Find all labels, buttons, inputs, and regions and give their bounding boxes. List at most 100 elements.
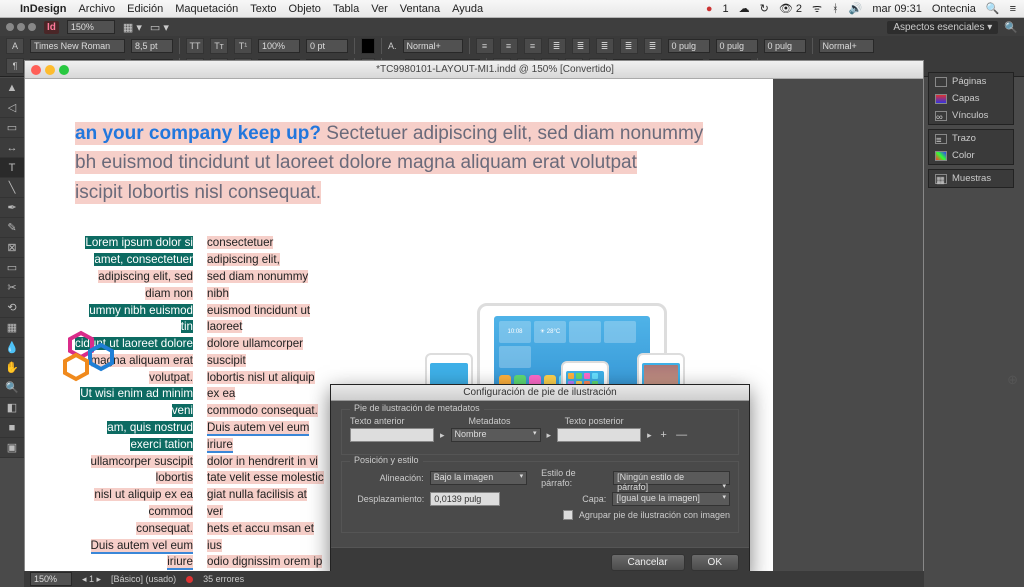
- hand-tool[interactable]: ✋: [0, 358, 24, 378]
- align-left-button[interactable]: ≡: [476, 38, 494, 54]
- add-row-button[interactable]: +: [658, 429, 670, 441]
- type-tool[interactable]: T: [0, 158, 24, 178]
- align-right-button[interactable]: ≡: [524, 38, 542, 54]
- panel-swatches[interactable]: ▦Muestras: [929, 170, 1013, 187]
- hscale-field[interactable]: 100%: [258, 39, 300, 53]
- gap-tool[interactable]: ↔: [0, 138, 24, 158]
- vol-icon: 🔊: [849, 2, 863, 15]
- first-line-indent-field[interactable]: 0 pulg: [716, 39, 758, 53]
- cancel-button[interactable]: Cancelar: [611, 554, 685, 571]
- fill-stroke-toggle[interactable]: ◧: [0, 398, 24, 418]
- eye-icon: 👁 2: [779, 2, 802, 15]
- menu-ayuda[interactable]: Ayuda: [452, 3, 483, 15]
- alignment-select[interactable]: Bajo la imagen: [430, 471, 528, 485]
- eyedropper-tool[interactable]: 💧: [0, 338, 24, 358]
- menu-edicion[interactable]: Edición: [127, 3, 163, 15]
- text-before-input[interactable]: [350, 428, 434, 442]
- pencil-tool[interactable]: ✎: [0, 218, 24, 238]
- rectangle-tool[interactable]: ▭: [0, 258, 24, 278]
- status-bar: 150% ◂ 1 ▸ [Básico] (usado) 35 errores: [24, 571, 924, 587]
- zoom-indicator-icon[interactable]: ⊕: [1007, 372, 1018, 388]
- menu-tabla[interactable]: Tabla: [333, 3, 359, 15]
- view-arrange-icon[interactable]: ▭ ▾: [150, 21, 169, 34]
- window-controls[interactable]: [6, 23, 36, 31]
- panel-links[interactable]: ∞Vínculos: [929, 107, 1013, 124]
- column-1[interactable]: Lorem ipsum dolor si amet, consectetuer …: [75, 235, 193, 586]
- selection-tool[interactable]: ▲: [0, 78, 24, 98]
- offset-input[interactable]: [430, 492, 500, 506]
- close-button[interactable]: [31, 65, 41, 75]
- text-after-input[interactable]: [557, 428, 641, 442]
- pen-tool[interactable]: ✒: [0, 198, 24, 218]
- error-icon: [186, 576, 193, 583]
- ok-button[interactable]: OK: [691, 554, 739, 571]
- vbaseline-field[interactable]: 0 pt: [306, 39, 348, 53]
- panel-stroke[interactable]: ≡Trazo: [929, 130, 1013, 147]
- text-after-label: Texto posterior: [565, 416, 624, 426]
- fill-swatch[interactable]: [361, 38, 375, 54]
- view-grid-icon[interactable]: ▦ ▾: [123, 21, 142, 34]
- para-style-field[interactable]: Normal+: [819, 39, 874, 53]
- panel-pages[interactable]: Páginas: [929, 73, 1013, 90]
- menu-ventana[interactable]: Ventana: [400, 3, 440, 15]
- font-size-field[interactable]: 8,5 pt: [131, 39, 173, 53]
- gradient-tool[interactable]: ▦: [0, 318, 24, 338]
- menu-ver[interactable]: Ver: [371, 3, 388, 15]
- menu-maquetacion[interactable]: Maquetación: [175, 3, 238, 15]
- menu-extra-icon[interactable]: ≡: [1010, 3, 1016, 15]
- para-style-select[interactable]: [Ningún estilo de párrafo]: [613, 471, 730, 485]
- page-tool[interactable]: ▭: [0, 118, 24, 138]
- rectangle-frame-tool[interactable]: ⊠: [0, 238, 24, 258]
- app-name[interactable]: InDesign: [20, 3, 66, 15]
- menu-objeto[interactable]: Objeto: [289, 3, 321, 15]
- panel-color[interactable]: Color: [929, 147, 1013, 164]
- char-style-field[interactable]: Normal+: [403, 39, 463, 53]
- zoom-tool[interactable]: 🔍: [0, 378, 24, 398]
- justify-last-center-button[interactable]: ≣: [596, 38, 614, 54]
- zoom-field[interactable]: 150%: [67, 20, 115, 34]
- left-indent-field[interactable]: 0 pulg: [668, 39, 710, 53]
- minimize-button[interactable]: [45, 65, 55, 75]
- free-transform-tool[interactable]: ⟲: [0, 298, 24, 318]
- small-caps-button[interactable]: Tᴛ: [210, 38, 228, 54]
- dialog-title: Configuración de pie de ilustración: [331, 385, 749, 401]
- tt-caps-button[interactable]: TT: [186, 38, 204, 54]
- maximize-button[interactable]: [59, 65, 69, 75]
- char-mode-button[interactable]: A: [6, 38, 24, 54]
- layer-select[interactable]: [Igual que la imagen]: [612, 492, 730, 506]
- group-checkbox[interactable]: [563, 510, 573, 520]
- menu-archivo[interactable]: Archivo: [78, 3, 115, 15]
- workspace-selector[interactable]: Aspectos esenciales ▾: [887, 21, 998, 34]
- justify-last-left-button[interactable]: ≣: [572, 38, 590, 54]
- para-mode-button[interactable]: ¶: [6, 58, 24, 74]
- spotlight-icon[interactable]: 🔍: [986, 2, 1000, 15]
- offset-label: Desplazamiento:: [350, 494, 424, 504]
- hexagon-shapes: [61, 325, 131, 391]
- justify-button[interactable]: ≣: [548, 38, 566, 54]
- status-zoom[interactable]: 150%: [30, 572, 72, 586]
- line-tool[interactable]: ╲: [0, 178, 24, 198]
- direct-selection-tool[interactable]: ◁: [0, 98, 24, 118]
- links-icon: ∞: [935, 111, 947, 121]
- column-2[interactable]: consectetuer adipiscing elit, sed diam n…: [207, 235, 325, 586]
- superscript-button[interactable]: T¹: [234, 38, 252, 54]
- cloud-icon: ☁: [739, 2, 750, 15]
- align-center-button[interactable]: ≡: [500, 38, 518, 54]
- font-family-field[interactable]: Times New Roman: [30, 39, 125, 53]
- menu-texto[interactable]: Texto: [250, 3, 276, 15]
- error-count[interactable]: 35 errores: [203, 574, 244, 584]
- view-mode[interactable]: ▣: [0, 438, 24, 458]
- metadata-select[interactable]: Nombre: [451, 428, 541, 442]
- remove-row-button[interactable]: —: [676, 429, 688, 441]
- status-page-nav[interactable]: ◂ 1 ▸: [82, 574, 101, 585]
- space-before-field[interactable]: 0 pulg: [764, 39, 806, 53]
- search-icon[interactable]: 🔍: [1004, 21, 1018, 34]
- color-apply[interactable]: ■: [0, 418, 24, 438]
- panel-layers[interactable]: Capas: [929, 90, 1013, 107]
- scissors-tool[interactable]: ✂: [0, 278, 24, 298]
- clock: mar 09:31: [872, 3, 922, 15]
- status-basic[interactable]: [Básico] (usado): [111, 574, 176, 584]
- justify-last-right-button[interactable]: ≣: [620, 38, 638, 54]
- justify-all-button[interactable]: ≣: [644, 38, 662, 54]
- sync-icon: ↻: [760, 2, 769, 15]
